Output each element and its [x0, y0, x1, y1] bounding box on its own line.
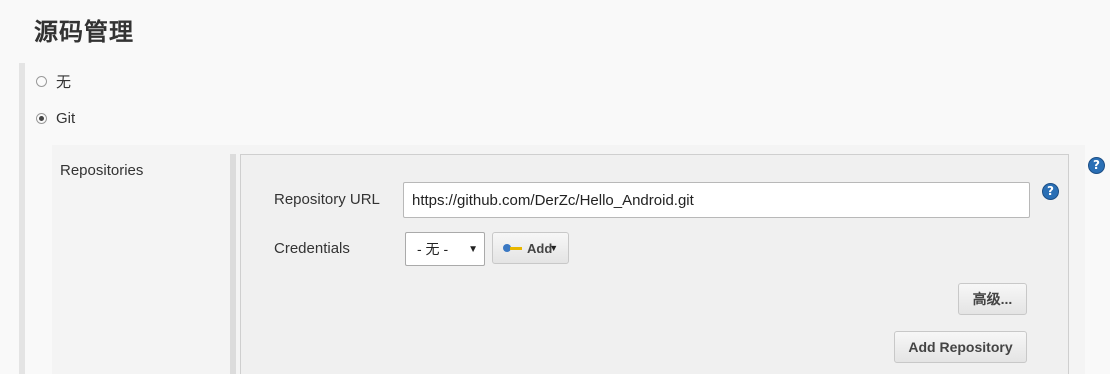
chevron-down-icon: ▼: [468, 243, 478, 255]
scm-option-git-label: Git: [56, 109, 76, 127]
add-repository-button[interactable]: Add Repository: [894, 331, 1027, 363]
radio-none[interactable]: [36, 75, 47, 87]
repositories-label: Repositories: [60, 162, 144, 179]
git-indent-bar: [25, 145, 52, 374]
caret-down-icon: ▼: [549, 243, 559, 253]
credentials-label: Credentials: [274, 240, 350, 257]
add-credentials-button[interactable]: Add ▼: [492, 232, 569, 264]
credentials-select[interactable]: - 无 - ▼: [405, 232, 485, 266]
scm-option-git[interactable]: Git: [36, 108, 75, 128]
scm-option-none-label: 无: [56, 73, 72, 91]
repository-url-label: Repository URL: [274, 191, 380, 208]
add-repository-button-label: Add Repository: [908, 339, 1013, 355]
scm-option-none[interactable]: 无: [36, 71, 71, 91]
repositories-help-icon[interactable]: ?: [1088, 157, 1105, 174]
key-icon: [503, 243, 523, 253]
repository-url-input[interactable]: [403, 182, 1030, 218]
radio-git[interactable]: [36, 112, 47, 124]
repository-url-help-icon[interactable]: ?: [1042, 183, 1059, 200]
advanced-button[interactable]: 高级...: [958, 283, 1027, 315]
credentials-selected-value: - 无 -: [417, 241, 449, 257]
advanced-button-label: 高级...: [972, 291, 1013, 307]
section-title: 源码管理: [34, 18, 134, 46]
repositories-indent-bar: [230, 154, 236, 374]
